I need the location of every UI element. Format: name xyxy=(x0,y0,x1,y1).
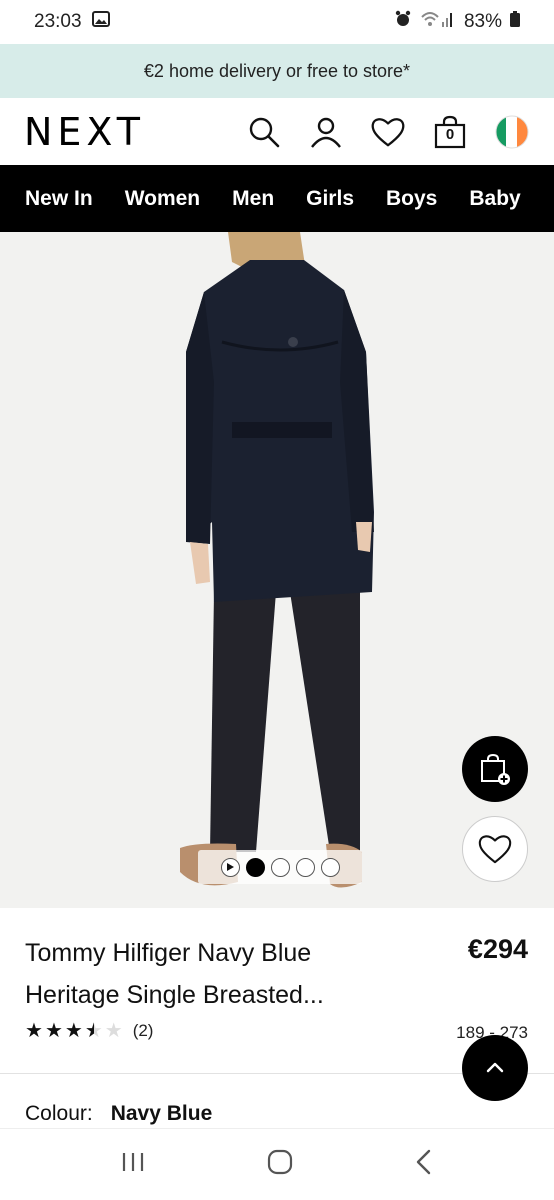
gallery-notification-icon xyxy=(91,11,110,33)
promo-banner[interactable]: €2 home delivery or free to store* xyxy=(0,44,554,98)
empty-star-icon: ★ xyxy=(104,1020,123,1042)
star-icon: ★ xyxy=(44,1020,63,1042)
star-icon: ★ xyxy=(64,1020,83,1042)
colour-value: Navy Blue xyxy=(110,1102,213,1125)
nav-item-girls[interactable]: Girls xyxy=(290,187,370,211)
save-favourite-button[interactable] xyxy=(462,816,528,882)
alarm-icon xyxy=(394,10,412,34)
colour-selector[interactable]: Colour: Navy Blue xyxy=(25,1102,212,1126)
nav-item-boys[interactable]: Boys xyxy=(370,187,453,211)
add-to-bag-icon xyxy=(481,753,510,785)
add-to-bag-button[interactable] xyxy=(462,736,528,802)
play-video-icon[interactable] xyxy=(220,857,240,877)
heart-icon xyxy=(478,835,512,864)
nav-item-women[interactable]: Women xyxy=(109,187,216,211)
back-to-top-button[interactable] xyxy=(462,1035,528,1101)
rating-count: (2) xyxy=(132,1021,154,1040)
status-left: 23:03 xyxy=(34,11,110,33)
product-price: €294 xyxy=(467,934,528,964)
gallery-dot-1[interactable] xyxy=(245,857,265,877)
product-image-gallery[interactable] xyxy=(0,232,554,908)
battery-icon xyxy=(510,11,520,33)
recent-apps-icon[interactable] xyxy=(120,1150,146,1179)
wifi-signal-icon xyxy=(420,10,456,34)
bag-count: 0 xyxy=(445,125,455,143)
bag-icon[interactable]: 0 xyxy=(432,114,468,150)
gallery-dot-2[interactable] xyxy=(270,857,290,877)
nav-item-men[interactable]: Men xyxy=(216,187,290,211)
home-icon[interactable] xyxy=(266,1148,294,1181)
battery-percent: 83% xyxy=(463,11,502,32)
product-photo xyxy=(0,232,554,908)
star-icon: ★ xyxy=(25,1020,43,1042)
category-nav: New In Women Men Girls Boys Baby xyxy=(0,165,554,232)
half-star-icon: ★ xyxy=(84,1020,103,1042)
status-bar: 23:03 83% xyxy=(0,0,554,44)
ireland-flag-icon[interactable] xyxy=(494,114,530,150)
next-logo[interactable]: NEXT xyxy=(24,110,145,154)
status-right: 83% xyxy=(394,10,520,34)
gallery-dot-4[interactable] xyxy=(320,857,340,877)
product-title[interactable]: Tommy Hilfiger Navy Blue Heritage Single… xyxy=(25,932,405,1016)
nav-item-new-in[interactable]: New In xyxy=(0,187,109,211)
nav-item-baby[interactable]: Baby xyxy=(453,187,536,211)
search-icon[interactable] xyxy=(246,114,282,150)
colour-label: Colour: xyxy=(25,1102,93,1125)
back-icon[interactable] xyxy=(414,1149,434,1180)
account-icon[interactable] xyxy=(308,114,344,150)
android-nav-bar xyxy=(0,1128,554,1200)
gallery-pagination xyxy=(198,850,362,884)
chevron-up-icon xyxy=(486,1062,504,1073)
status-time: 23:03 xyxy=(34,11,82,32)
heart-icon[interactable] xyxy=(370,114,406,150)
gallery-dot-3[interactable] xyxy=(295,857,315,877)
product-rating[interactable]: ★ ★ ★ ★ ★ (2) xyxy=(25,1021,153,1041)
site-header: NEXT 0 xyxy=(0,98,554,165)
promo-text: €2 home delivery or free to store* xyxy=(143,60,411,81)
header-icons: 0 xyxy=(246,114,530,150)
